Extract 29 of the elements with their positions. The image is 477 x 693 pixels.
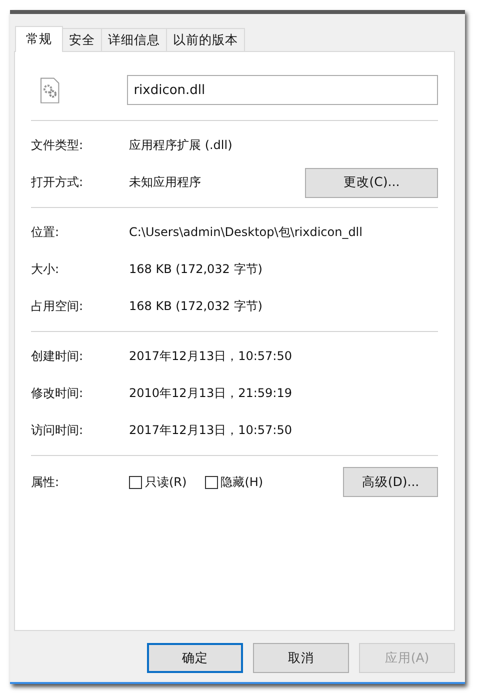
tab[interactable]: 以前的版本 (166, 28, 245, 51)
field-value: 2010年12月13日，21:59:19 (129, 385, 293, 402)
field-label: 创建时间: (31, 348, 84, 365)
checkbox[interactable] (204, 476, 218, 488)
field-value: 168 KB (172,032 字节) (129, 298, 264, 315)
field-label: 占用空间: (31, 298, 84, 315)
field-value: 未知应用程序 (129, 174, 202, 191)
field-value: 2017年12月13日，10:57:50 (129, 422, 293, 439)
field-value: 168 KB (172,032 字节) (129, 261, 264, 278)
gear-file-icon (40, 76, 60, 104)
field-label: 访问时间: (31, 422, 84, 439)
advanced-button[interactable]: 高级(D)... (343, 467, 438, 497)
field-label: 大小: (31, 261, 60, 278)
field-label: 修改时间: (31, 385, 84, 402)
checkbox-label: 隐藏(H) (220, 474, 264, 490)
field-value: 2017年12月13日，10:57:50 (129, 348, 293, 365)
dialog-button[interactable]: 取消 (253, 643, 349, 673)
file-name-field[interactable]: rixdicon.dll (126, 75, 438, 105)
field-label: 位置: (31, 224, 60, 241)
tab[interactable]: 常规 (15, 26, 63, 52)
checkbox[interactable] (129, 476, 142, 488)
dialog-button[interactable]: 确定 (147, 643, 243, 673)
field-value: C:\Users\admin\Desktop\包\rixdicon_dll (129, 224, 364, 241)
field-label: 文件类型: (31, 137, 84, 154)
field-label: 属性: (31, 474, 60, 490)
field-label: 打开方式: (31, 174, 84, 191)
field-value: 应用程序扩展 (.dll) (129, 137, 234, 154)
checkbox-label: 只读(R) (145, 474, 187, 490)
change-button[interactable]: 更改(C)... (305, 168, 438, 198)
